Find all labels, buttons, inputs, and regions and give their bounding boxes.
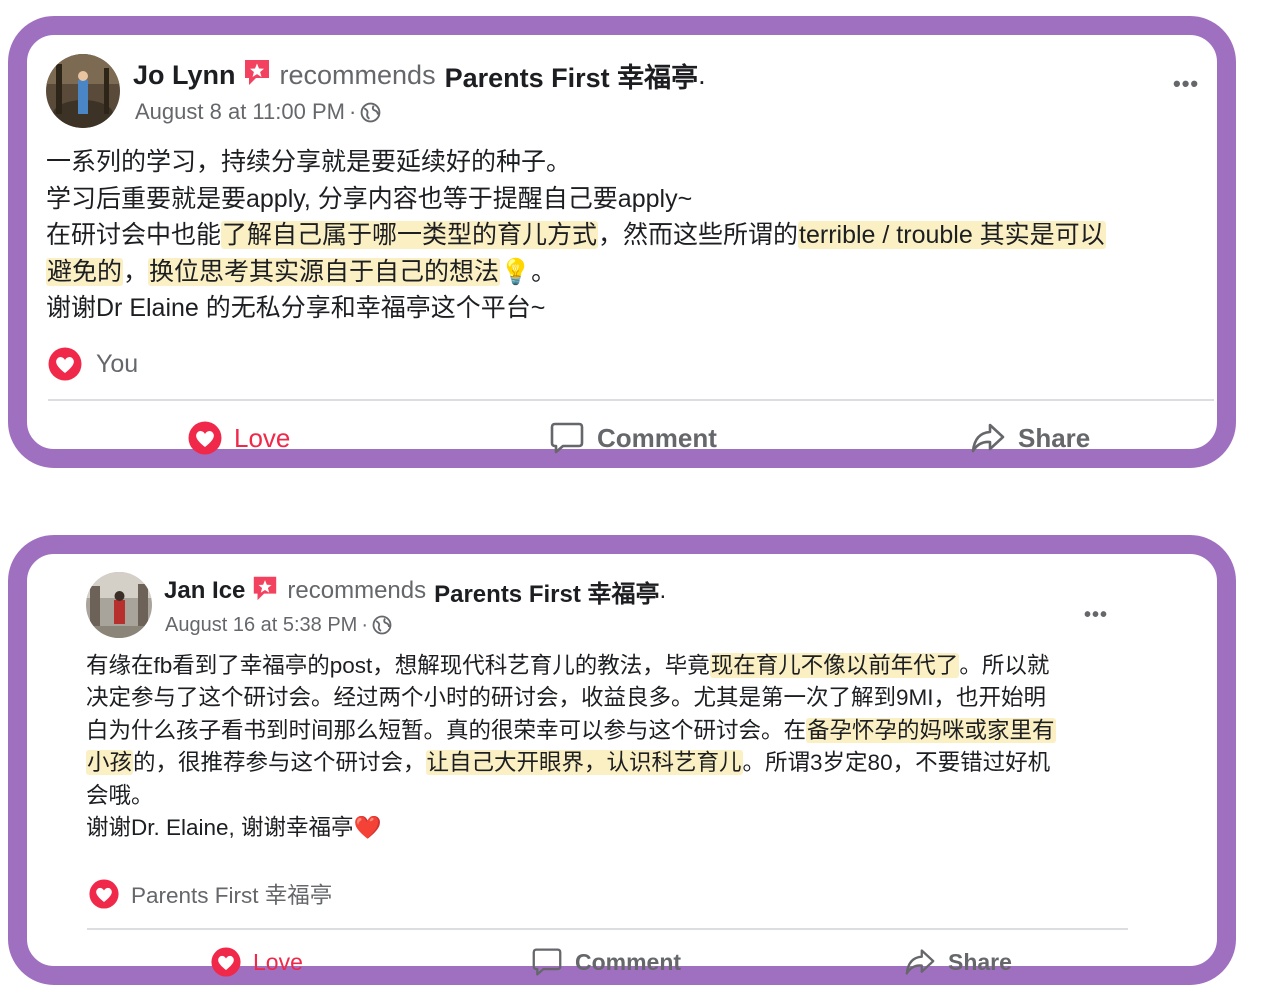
comment-icon bbox=[531, 947, 563, 977]
action-divider bbox=[48, 399, 1214, 401]
text-segment: 谢谢Dr Elaine 的无私分享和幸福亭这个平台~ bbox=[46, 294, 546, 322]
share-button[interactable]: Share bbox=[904, 944, 1012, 980]
author-name[interactable]: Jan Ice bbox=[164, 577, 245, 605]
heart-icon bbox=[89, 879, 119, 909]
post-line: 谢谢Dr Elaine 的无私分享和幸福亭这个平台~ bbox=[46, 290, 1226, 327]
meta-separator: · bbox=[348, 99, 357, 124]
period: . bbox=[659, 577, 667, 604]
post-header: Jo Lynn recommends Parents First 幸福亭 . bbox=[133, 55, 706, 95]
share-label: Share bbox=[1018, 422, 1091, 453]
comment-label: Comment bbox=[575, 948, 682, 975]
recommends-text: recommends bbox=[287, 577, 427, 604]
text-segment: ， bbox=[123, 257, 149, 286]
page-name-link[interactable]: Parents First 幸福亭 bbox=[434, 574, 659, 609]
reaction-summary[interactable]: You bbox=[48, 345, 138, 383]
heart-icon bbox=[48, 347, 82, 381]
page-name-link[interactable]: Parents First 幸福亭 bbox=[445, 56, 699, 95]
reaction-summary[interactable]: Parents First 幸福亭 bbox=[89, 877, 332, 911]
text-segment: 。所以就 bbox=[959, 653, 1050, 678]
post-meta: August 16 at 5:38 PM · bbox=[165, 609, 392, 641]
text-segment: 谢谢Dr. Elaine, 谢谢幸福亭❤️ bbox=[86, 815, 382, 841]
text-segment: 白为什么孩子看书到时间那么短暂。真的很荣幸可以参与这个研讨会。在 bbox=[86, 717, 807, 743]
highlighted-text: 备孕怀孕的妈咪或家里有 bbox=[806, 717, 1056, 743]
post-body: 有缘在fb看到了幸福亭的post，想解现代科艺育儿的教法，毕竟现在育儿不像以前年… bbox=[86, 650, 1166, 844]
post-line: 会哦。 bbox=[86, 780, 1166, 812]
love-label: Love bbox=[234, 422, 291, 453]
reaction-names: You bbox=[96, 349, 139, 378]
love-button[interactable]: Love bbox=[188, 418, 290, 458]
share-button[interactable]: Share bbox=[970, 418, 1090, 458]
highlighted-text: terrible / trouble 其实是可以 bbox=[798, 221, 1106, 249]
post-date-link[interactable]: August 8 at 11:00 PM bbox=[135, 99, 345, 125]
text-segment: 会哦。 bbox=[86, 782, 154, 808]
more-options-button[interactable]: ••• bbox=[1173, 71, 1199, 97]
highlighted-text: 避免的 bbox=[46, 257, 124, 286]
heart-icon bbox=[188, 421, 222, 455]
highlighted-text: 了解自己属于哪一类型的育儿方式 bbox=[221, 221, 599, 249]
share-label: Share bbox=[948, 948, 1012, 975]
text-segment: 在研讨会中也能 bbox=[46, 221, 222, 249]
action-divider bbox=[87, 928, 1128, 930]
post-line: 一系列的学习，持续分享就是要延续好的种子。 bbox=[46, 144, 1226, 181]
post-line: 学习后重要就是要apply, 分享内容也等于提醒自己要apply~ bbox=[46, 181, 1226, 218]
post-meta: August 8 at 11:00 PM · bbox=[135, 95, 381, 129]
post-line: 白为什么孩子看书到时间那么短暂。真的很荣幸可以参与这个研讨会。在备孕怀孕的妈咪或… bbox=[86, 715, 1166, 747]
comment-button[interactable]: Comment bbox=[549, 418, 717, 458]
text-segment: 。所谓3岁定80，不要错过好机 bbox=[742, 750, 1051, 776]
heart-icon bbox=[211, 947, 241, 977]
text-segment: ，然而这些所谓的 bbox=[598, 221, 799, 249]
highlighted-text: 让自己大开眼界，认识科艺育儿 bbox=[425, 750, 743, 776]
text-segment: 学习后重要就是要apply, 分享内容也等于提醒自己要apply~ bbox=[46, 184, 693, 213]
avatar-jo-lynn[interactable] bbox=[46, 54, 120, 128]
text-segment: 💡。 bbox=[500, 257, 557, 286]
text-segment: 的，很推荐参与这个研讨会， bbox=[133, 750, 426, 776]
star-badge-icon bbox=[251, 574, 279, 609]
post-line: 小孩的，很推荐参与这个研讨会，让自己大开眼界，认识科艺育儿。所谓3岁定80，不要… bbox=[86, 747, 1166, 779]
globe-icon bbox=[372, 615, 392, 635]
avatar-jan-ice[interactable] bbox=[86, 572, 152, 638]
comment-label: Comment bbox=[597, 422, 717, 453]
more-options-button[interactable]: ••• bbox=[1084, 604, 1108, 627]
post-line: 避免的，换位思考其实源自于自己的想法💡。 bbox=[46, 254, 1226, 291]
love-label: Love bbox=[253, 948, 303, 975]
share-icon bbox=[904, 947, 936, 977]
post-line: 决定参与了这个研讨会。经过两个小时的研讨会，收益良多。尤其是第一次了解到9MI，… bbox=[86, 682, 1166, 714]
highlighted-text: 小孩 bbox=[86, 750, 134, 776]
share-icon bbox=[970, 421, 1006, 455]
author-name[interactable]: Jo Lynn bbox=[133, 60, 236, 91]
text-segment: 一系列的学习，持续分享就是要延续好的种子。 bbox=[46, 148, 572, 176]
recommends-text: recommends bbox=[279, 59, 436, 90]
post-header: Jan Ice recommends Parents First 幸福亭 . bbox=[164, 573, 666, 609]
highlighted-text: 换位思考其实源自于自己的想法 bbox=[148, 257, 501, 286]
post-date-link[interactable]: August 16 at 5:38 PM bbox=[165, 614, 357, 637]
love-button[interactable]: Love bbox=[211, 944, 303, 980]
post-card-jo-lynn: Jo Lynn recommends Parents First 幸福亭 . A… bbox=[8, 16, 1236, 468]
comment-icon bbox=[549, 421, 585, 455]
post-line: 谢谢Dr. Elaine, 谢谢幸福亭❤️ bbox=[86, 812, 1166, 844]
highlighted-text: 现在育儿不像以前年代了 bbox=[709, 653, 960, 678]
post-body: 一系列的学习，持续分享就是要延续好的种子。 学习后重要就是要apply, 分享内… bbox=[46, 144, 1226, 327]
post-line: 在研讨会中也能了解自己属于哪一类型的育儿方式，然而这些所谓的terrible /… bbox=[46, 217, 1226, 254]
period: . bbox=[698, 59, 706, 90]
comment-button[interactable]: Comment bbox=[531, 944, 681, 980]
text-segment: 有缘在fb看到了幸福亭的post，想解现代科艺育儿的教法，毕竟 bbox=[86, 653, 710, 678]
text-segment: 决定参与了这个研讨会。经过两个小时的研讨会，收益良多。尤其是第一次了解到9MI，… bbox=[86, 685, 1047, 711]
post-card-jan-ice: Jan Ice recommends Parents First 幸福亭 . A… bbox=[8, 535, 1236, 985]
meta-separator: · bbox=[361, 613, 369, 636]
post-line: 有缘在fb看到了幸福亭的post，想解现代科艺育儿的教法，毕竟现在育儿不像以前年… bbox=[86, 650, 1166, 682]
globe-icon bbox=[360, 102, 381, 123]
star-badge-icon bbox=[242, 57, 272, 94]
reaction-names: Parents First 幸福亭 bbox=[131, 883, 333, 908]
